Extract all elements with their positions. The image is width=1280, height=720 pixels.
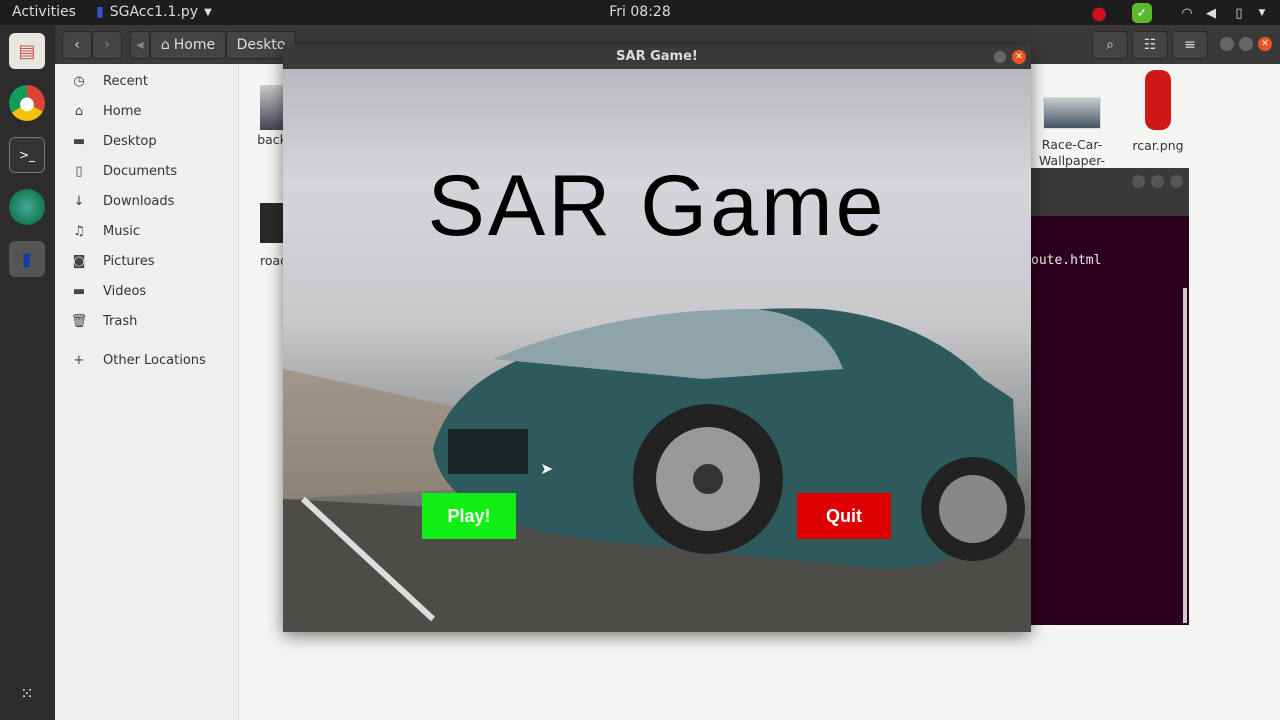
app-grid-icon[interactable]: ⁙ [9, 675, 45, 711]
activities-button[interactable]: Activities [12, 4, 76, 20]
trash-icon: 🗑 [70, 313, 88, 329]
app-icon: ▮ [96, 4, 104, 20]
game-title-heading: SAR Game [427, 158, 887, 254]
view-toggle-button[interactable]: ☷ [1132, 31, 1168, 59]
file-item[interactable]: Race-Car-Wallpaper- [1032, 97, 1112, 169]
globe-icon[interactable] [9, 189, 45, 225]
minimize-button[interactable] [994, 51, 1006, 63]
check-icon[interactable]: ✓ [1132, 3, 1152, 23]
music-icon: ♫ [73, 223, 85, 239]
document-icon: ▯ [75, 163, 83, 179]
background-car-image [283, 308, 1031, 632]
chevron-down-icon: ▼ [204, 6, 212, 18]
app-name: SGAcc1.1.py [109, 4, 199, 20]
menu-button[interactable]: ≡ [1172, 31, 1208, 59]
chevron-down-icon[interactable]: ▼ [1252, 3, 1272, 23]
sidebar: ◷ Recent ⌂ Home ▬ Desktop ▯ Documents ↓ Downl… [55, 64, 239, 720]
clock-icon: ◷ [73, 73, 85, 89]
sidebar-item-music[interactable]: ♫ Music [55, 217, 239, 245]
maximize-button[interactable] [1239, 37, 1253, 51]
play-button[interactable]: Play! [422, 493, 516, 539]
maximize-button[interactable] [1151, 175, 1164, 188]
close-button[interactable]: ✕ [1012, 50, 1026, 64]
sidebar-item-videos[interactable]: ▬ Videos [55, 277, 239, 305]
files-icon[interactable]: ▤ [9, 33, 45, 69]
sidebar-item-other-locations[interactable]: + Other Locations [55, 346, 239, 374]
window-title: SAR Game! [283, 45, 1031, 69]
volume-icon[interactable]: ◀ [1201, 3, 1221, 23]
path-left-button[interactable]: ◂ [130, 31, 150, 59]
folder-icon: ▬ [72, 133, 86, 149]
terminal-output: oute.html [1031, 253, 1102, 268]
video-icon: ▬ [72, 283, 86, 299]
minimize-button[interactable] [1220, 37, 1234, 51]
battery-icon[interactable]: ▯ [1229, 3, 1249, 23]
quit-button[interactable]: Quit [797, 493, 891, 539]
download-icon: ↓ [73, 193, 85, 209]
python-app-icon[interactable]: ▮ [9, 241, 45, 277]
home-icon: ⌂ [74, 103, 84, 119]
plus-icon: + [73, 352, 85, 368]
mouse-cursor-icon: ➤ [540, 459, 554, 478]
sidebar-item-pictures[interactable]: ◙ Pictures [55, 247, 239, 275]
wifi-icon[interactable]: ◠ [1177, 3, 1197, 23]
car-thumbnail [1145, 70, 1171, 130]
terminal-window: oute.html [1031, 168, 1189, 625]
sidebar-item-trash[interactable]: 🗑 Trash [55, 307, 239, 335]
search-button[interactable]: ⌕ [1092, 31, 1128, 59]
record-icon[interactable]: ● [1089, 3, 1109, 24]
sidebar-item-downloads[interactable]: ↓ Downloads [55, 187, 239, 215]
app-menu[interactable]: ▮ SGAcc1.1.py ▼ [96, 4, 212, 20]
file-thumbnail [1043, 97, 1101, 129]
dock: ▤ ● >_ ▮ ⁙ [0, 25, 55, 720]
chrome-icon[interactable]: ● [9, 85, 45, 121]
sidebar-item-documents[interactable]: ▯ Documents [55, 157, 239, 185]
file-item[interactable]: rcar.png [1118, 70, 1198, 154]
forward-button[interactable]: › [92, 31, 122, 59]
close-button[interactable] [1170, 175, 1183, 188]
terminal-icon[interactable]: >_ [9, 137, 45, 173]
home-icon: ⌂ [160, 37, 170, 53]
back-button[interactable]: ‹ [62, 31, 92, 59]
sidebar-item-desktop[interactable]: ▬ Desktop [55, 127, 239, 155]
terminal-header [1031, 168, 1189, 216]
sidebar-item-recent[interactable]: ◷ Recent [55, 67, 239, 95]
camera-icon: ◙ [72, 253, 86, 269]
game-canvas[interactable]: SAR Game Play! Quit ➤ [283, 69, 1031, 632]
minimize-button[interactable] [1132, 175, 1145, 188]
game-window: SAR Game! ✕ SAR Game Play! Quit ➤ [283, 45, 1031, 632]
sidebar-item-home[interactable]: ⌂ Home [55, 97, 239, 125]
top-bar: Activities ▮ SGAcc1.1.py ▼ Fri 08:28 ● ✓… [0, 0, 1280, 25]
close-button[interactable]: ✕ [1258, 37, 1272, 51]
path-home[interactable]: ⌂ Home [150, 31, 226, 59]
scrollbar[interactable] [1183, 288, 1187, 623]
